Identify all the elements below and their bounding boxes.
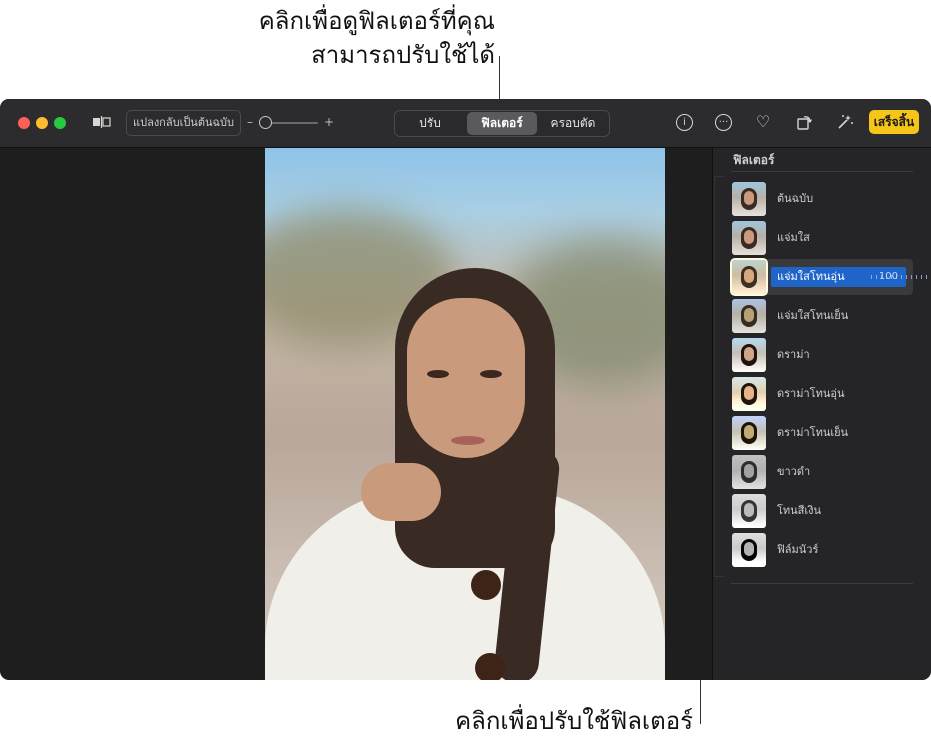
callout-filters-tab: คลิกเพื่อดูฟิลเตอร์ที่คุณ สามารถปรับใช้ไ…: [259, 4, 495, 72]
filter-mono[interactable]: ขาวดำ: [731, 454, 913, 490]
more-icon[interactable]: ···: [715, 114, 732, 131]
filter-dramatic-warm[interactable]: ดราม่าโทนอุ่น: [731, 376, 913, 412]
filter-noir[interactable]: ฟิล์มนัวร์: [731, 532, 913, 568]
filter-thumbnail: [732, 377, 766, 411]
filter-label: โทนสีเงิน: [777, 504, 822, 517]
filter-thumbnail: [732, 533, 766, 567]
revert-to-original-button[interactable]: แปลงกลับเป็นต้นฉบับ: [126, 110, 241, 136]
tab-crop[interactable]: ครอบตัด: [539, 112, 607, 135]
minimize-window-button[interactable]: [36, 117, 48, 129]
filter-label: ขาวดำ: [777, 465, 811, 478]
favorite-heart-icon[interactable]: ♡: [754, 114, 772, 130]
done-button[interactable]: เสร็จสิ้น: [869, 110, 919, 134]
filter-list-bracket-bottom: [714, 576, 724, 577]
callout-line-2: สามารถปรับใช้ได้: [311, 41, 495, 69]
filter-dramatic-cool[interactable]: ดราม่าโทนเย็น: [731, 415, 913, 451]
photo-preview[interactable]: [265, 148, 665, 680]
filter-intensity-value: 100: [878, 271, 898, 282]
filter-label: ต้นฉบับ: [777, 192, 814, 205]
sidebar-divider-bottom: [731, 583, 913, 584]
filter-dramatic[interactable]: ดราม่า: [731, 337, 913, 373]
photos-edit-window: แปลงกลับเป็นต้นฉบับ – + ปรับ ฟิลเตอร์ คร…: [0, 99, 931, 680]
filter-original[interactable]: ต้นฉบับ: [731, 181, 913, 217]
zoom-in-icon[interactable]: +: [324, 114, 334, 130]
filter-label: ดราม่า: [777, 348, 810, 361]
filter-label: ดราม่าโทนเย็น: [777, 426, 849, 439]
zoom-slider-knob[interactable]: [259, 116, 272, 129]
filter-label: ดราม่าโทนอุ่น: [777, 387, 845, 400]
filter-label: แจ่มใส: [777, 231, 810, 244]
filter-list-bracket: [714, 176, 715, 577]
callout-apply-filter: คลิกเพื่อปรับใช้ฟิลเตอร์: [455, 704, 693, 738]
filter-list-bracket-top: [714, 176, 724, 177]
filter-thumbnail: [732, 299, 766, 333]
zoom-window-button[interactable]: [54, 117, 66, 129]
filter-thumbnail: [730, 258, 768, 296]
filter-thumbnail: [732, 455, 766, 489]
tab-adjust[interactable]: ปรับ: [397, 112, 463, 135]
callout-line-1: คลิกเพื่อดูฟิลเตอร์ที่คุณ: [258, 7, 495, 35]
filter-label: ฟิล์มนัวร์: [777, 543, 819, 556]
auto-enhance-icon[interactable]: [836, 114, 854, 134]
filter-thumbnail: [732, 338, 766, 372]
filter-vivid[interactable]: แจ่มใส: [731, 220, 913, 256]
filter-thumbnail: [732, 221, 766, 255]
filter-vivid-warm-selected[interactable]: แจ่มใสโทนอุ่น 100: [730, 258, 931, 296]
zoom-out-icon[interactable]: –: [247, 114, 253, 130]
filter-vivid-cool[interactable]: แจ่มใสโทนเย็น: [731, 298, 913, 334]
filters-sidebar: ฟิลเตอร์ ต้นฉบับ แจ่มใส แจ่มใสโทนอุ่น 10…: [712, 148, 931, 680]
filter-thumbnail: [732, 494, 766, 528]
filter-thumbnail: [732, 182, 766, 216]
tab-filters[interactable]: ฟิลเตอร์: [467, 112, 537, 135]
sidebar-title: ฟิลเตอร์: [733, 153, 775, 167]
filter-label: แจ่มใสโทนเย็น: [777, 309, 849, 322]
filter-silvertone[interactable]: โทนสีเงิน: [731, 493, 913, 529]
filter-label: แจ่มใสโทนอุ่น: [777, 270, 845, 283]
filter-intensity-slider[interactable]: แจ่มใสโทนอุ่น 100: [771, 267, 931, 287]
split-view-icon[interactable]: [92, 115, 112, 133]
callout-line: คลิกเพื่อปรับใช้ฟิลเตอร์: [455, 707, 693, 735]
edit-mode-segmented-control: ปรับ ฟิลเตอร์ ครอบตัด: [394, 110, 610, 137]
info-icon[interactable]: i: [676, 114, 693, 131]
sidebar-divider-top: [731, 171, 913, 172]
toolbar: แปลงกลับเป็นต้นฉบับ – + ปรับ ฟิลเตอร์ คร…: [0, 99, 931, 148]
filter-thumbnail: [732, 416, 766, 450]
rotate-icon[interactable]: [795, 113, 813, 135]
close-window-button[interactable]: [18, 117, 30, 129]
